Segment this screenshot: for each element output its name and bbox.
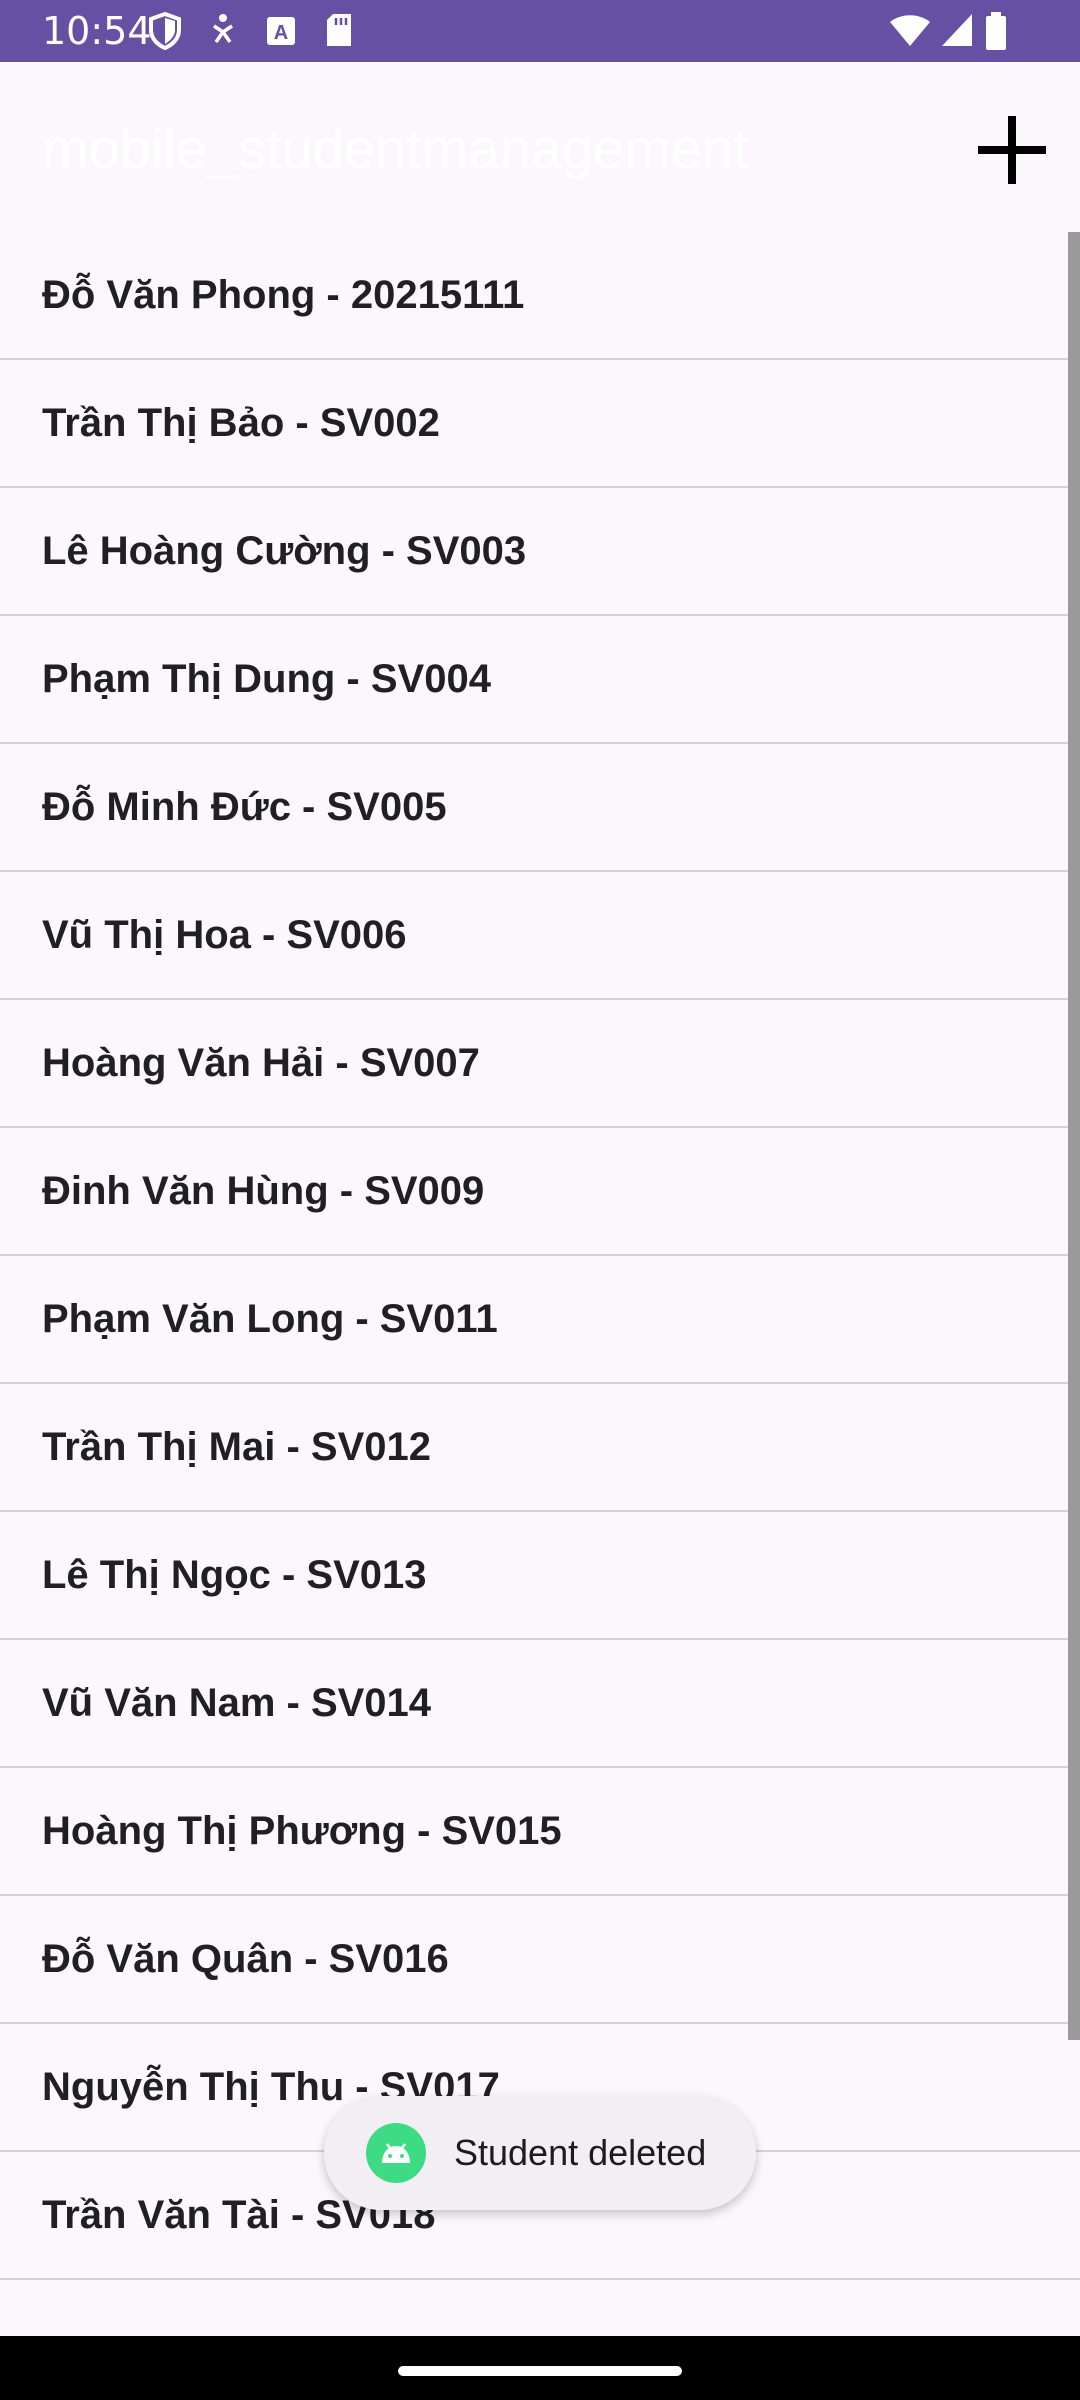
- list-scrollbar[interactable]: [1068, 232, 1080, 2040]
- student-list-item[interactable]: Lê Hoàng Cường - SV003: [0, 488, 1080, 616]
- student-list-item[interactable]: Trần Thị Mai - SV012: [0, 1384, 1080, 1512]
- student-label: Lê Thị Ngọc - SV013: [42, 1552, 427, 1597]
- sd-card-icon: [327, 14, 351, 46]
- student-list-item[interactable]: Hoàng Thị Phương - SV015: [0, 1768, 1080, 1896]
- app-bar: mobile_studentmanagement: [0, 62, 1080, 232]
- student-label: Phạm Thị Dung - SV004: [42, 656, 491, 701]
- student-list-item[interactable]: Đỗ Minh Đức - SV005: [0, 744, 1080, 872]
- student-label: Hoàng Văn Hải - SV007: [42, 1040, 480, 1085]
- student-label: Hoàng Thị Phương - SV015: [42, 1808, 562, 1853]
- student-label: Vũ Thị Hoa - SV006: [42, 912, 407, 957]
- student-list-item[interactable]: Đỗ Văn Quân - SV016: [0, 1896, 1080, 2024]
- student-label: Đỗ Văn Quân - SV016: [42, 1936, 449, 1981]
- home-gesture-handle[interactable]: [398, 2366, 682, 2376]
- battery-icon: [986, 12, 1006, 50]
- student-list-item[interactable]: Vũ Văn Nam - SV014: [0, 1640, 1080, 1768]
- student-list-item[interactable]: Đinh Văn Hùng - SV009: [0, 1128, 1080, 1256]
- accessibility-icon: [213, 14, 233, 44]
- svg-text:A: A: [274, 22, 288, 44]
- student-list-item[interactable]: Lê Thị Ngọc - SV013: [0, 1512, 1080, 1640]
- app-title: mobile_studentmanagement: [42, 117, 749, 180]
- student-list-item[interactable]: Vũ Thị Hoa - SV006: [0, 872, 1080, 1000]
- android-icon: [366, 2123, 426, 2183]
- student-label: Vũ Văn Nam - SV014: [42, 1680, 432, 1725]
- student-label: Phạm Văn Long - SV011: [42, 1296, 498, 1341]
- student-list-item[interactable]: Trần Thị Bảo - SV002: [0, 360, 1080, 488]
- navigation-bar: [0, 2336, 1080, 2400]
- wifi-icon: [890, 15, 930, 46]
- signal-icon: [942, 14, 972, 46]
- shield-icon: [149, 12, 181, 50]
- toast-message: Student deleted: [454, 2132, 707, 2173]
- student-label: Đinh Văn Hùng - SV009: [42, 1168, 485, 1213]
- student-list[interactable]: Đỗ Văn Phong - 20215111 Trần Thị Bảo - S…: [0, 232, 1080, 2336]
- add-student-button[interactable]: [968, 106, 1056, 194]
- toast-notification: Student deleted: [324, 2096, 756, 2210]
- student-label: Trần Thị Mai - SV012: [42, 1424, 432, 1469]
- student-list-item[interactable]: Phạm Văn Long - SV011: [0, 1256, 1080, 1384]
- student-list-item[interactable]: Phạm Thị Dung - SV004: [0, 616, 1080, 744]
- student-label: Đỗ Văn Phong - 20215111: [42, 272, 525, 317]
- status-time: 10:54: [42, 9, 152, 53]
- student-label: Lê Hoàng Cường - SV003: [42, 528, 527, 573]
- student-label: Trần Thị Bảo - SV002: [42, 400, 440, 445]
- student-list-item[interactable]: Đỗ Văn Phong - 20215111: [0, 232, 1080, 360]
- plus-icon: [978, 116, 1046, 184]
- keyboard-a-icon: A: [267, 17, 295, 45]
- student-list-item[interactable]: Hoàng Văn Hải - SV007: [0, 1000, 1080, 1128]
- status-bar: 10:54 A: [0, 0, 1080, 62]
- student-label: Đỗ Minh Đức - SV005: [42, 784, 447, 829]
